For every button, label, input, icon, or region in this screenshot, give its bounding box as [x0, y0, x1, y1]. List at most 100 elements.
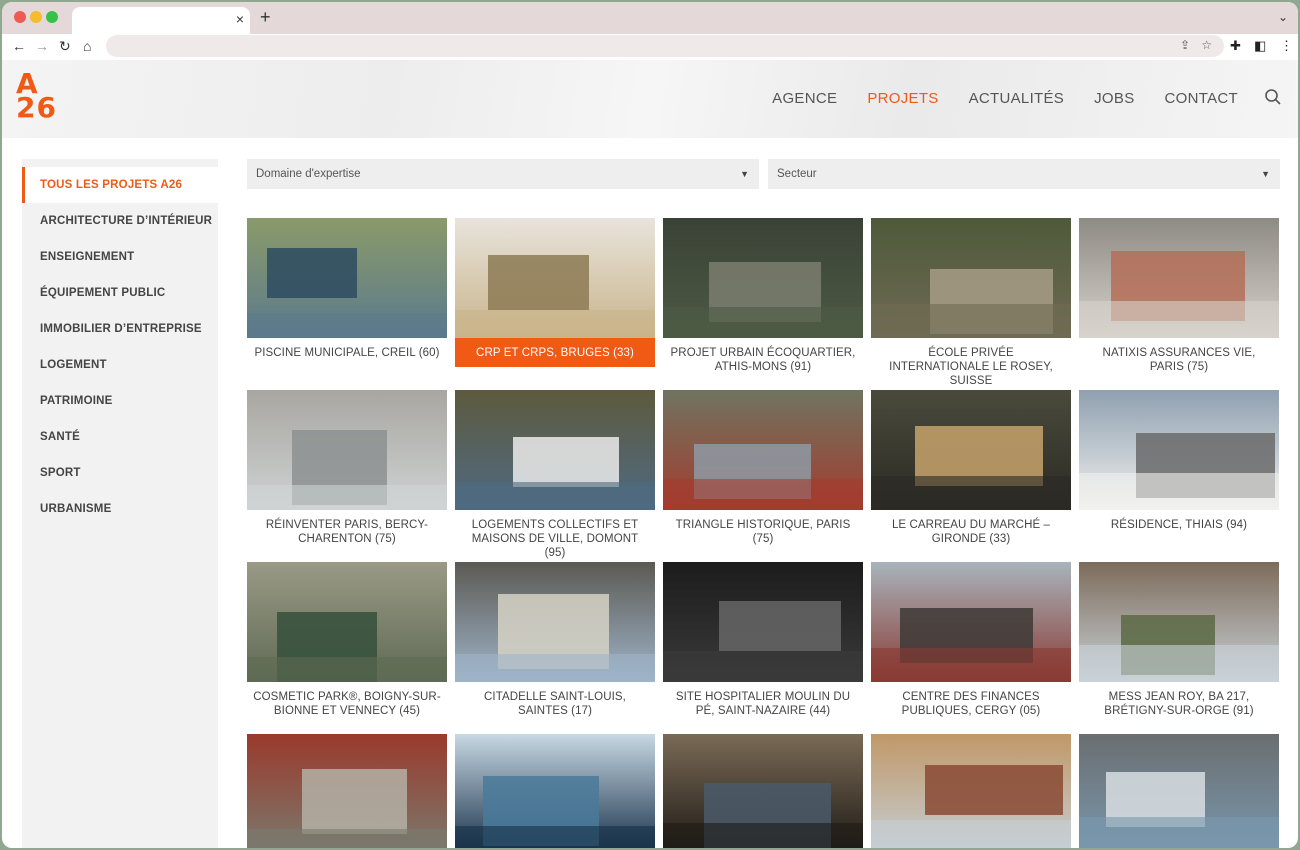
maximize-window-button[interactable]	[46, 11, 58, 23]
project-card[interactable]: NATIXIS ASSURANCES VIE, PARIS (75)	[1079, 218, 1279, 374]
project-caption[interactable]: RÉSIDENCE, THIAIS (94)	[1079, 510, 1279, 532]
forward-icon[interactable]: →	[35, 38, 49, 54]
project-caption[interactable]: ÉCOLE PRIVÉE INTERNATIONALE LE ROSEY, SU…	[871, 338, 1071, 388]
project-caption[interactable]: LOGEMENTS COLLECTIFS ET MAISONS DE VILLE…	[455, 510, 655, 560]
share-icon[interactable]: ⇪	[1180, 38, 1190, 52]
back-icon[interactable]: ←	[12, 38, 26, 54]
project-thumbnail[interactable]	[247, 734, 447, 848]
secteur-filter-label: Secteur	[777, 168, 817, 180]
site-header: A 26 AGENCE PROJETS ACTUALITÉS JOBS CONTACT	[2, 60, 1298, 138]
project-card[interactable]	[455, 734, 655, 848]
sidebar-item[interactable]: LOGEMENT	[22, 347, 218, 383]
menu-kebab-icon[interactable]: ⋮	[1280, 38, 1293, 54]
search-icon[interactable]	[1264, 88, 1282, 106]
tab-menu-icon[interactable]: ⌄	[1278, 10, 1288, 24]
project-thumbnail[interactable]	[455, 734, 655, 848]
project-card[interactable]: CRP ET CRPS, BRUGES (33)	[455, 218, 655, 367]
project-card[interactable]: TRIANGLE HISTORIQUE, PARIS (75)	[663, 390, 863, 546]
project-caption[interactable]: TRIANGLE HISTORIQUE, PARIS (75)	[663, 510, 863, 546]
main-nav: AGENCE PROJETS ACTUALITÉS JOBS CONTACT	[772, 90, 1238, 107]
expertise-filter-select[interactable]: Domaine d'expertise ▼	[247, 159, 759, 189]
project-thumbnail[interactable]	[871, 562, 1071, 682]
project-card[interactable]	[871, 734, 1071, 848]
project-thumbnail[interactable]	[247, 562, 447, 682]
address-bar[interactable]: ⇪ ☆	[106, 35, 1224, 57]
sidepanel-icon[interactable]: ◧	[1254, 38, 1266, 54]
project-card[interactable]	[1079, 734, 1279, 848]
project-caption[interactable]: COSMETIC PARK®, BOIGNY-SUR-BIONNE ET VEN…	[247, 682, 447, 718]
project-card[interactable]: PISCINE MUNICIPALE, CREIL (60)	[247, 218, 447, 360]
project-caption[interactable]: MESS JEAN ROY, BA 217, BRÉTIGNY-SUR-ORGE…	[1079, 682, 1279, 718]
project-caption[interactable]: CRP ET CRPS, BRUGES (33)	[455, 338, 655, 367]
project-card[interactable]	[247, 734, 447, 848]
project-thumbnail[interactable]	[455, 390, 655, 510]
project-thumbnail[interactable]	[1079, 734, 1279, 848]
secteur-filter-select[interactable]: Secteur ▼	[768, 159, 1280, 189]
project-caption[interactable]: NATIXIS ASSURANCES VIE, PARIS (75)	[1079, 338, 1279, 374]
project-card[interactable]: LOGEMENTS COLLECTIFS ET MAISONS DE VILLE…	[455, 390, 655, 560]
project-thumbnail[interactable]	[871, 734, 1071, 848]
home-icon[interactable]: ⌂	[83, 38, 91, 54]
project-card[interactable]: ÉCOLE PRIVÉE INTERNATIONALE LE ROSEY, SU…	[871, 218, 1071, 388]
sidebar-item[interactable]: TOUS LES PROJETS A26	[22, 167, 218, 203]
project-caption[interactable]: SITE HOSPITALIER MOULIN DU PÉ, SAINT-NAZ…	[663, 682, 863, 718]
project-caption[interactable]: CITADELLE SAINT-LOUIS, SAINTES (17)	[455, 682, 655, 718]
project-card[interactable]: CITADELLE SAINT-LOUIS, SAINTES (17)	[455, 562, 655, 718]
bookmark-star-icon[interactable]: ☆	[1201, 38, 1212, 52]
project-caption[interactable]: PISCINE MUNICIPALE, CREIL (60)	[247, 338, 447, 360]
project-thumbnail[interactable]	[663, 218, 863, 338]
project-card[interactable]: SITE HOSPITALIER MOULIN DU PÉ, SAINT-NAZ…	[663, 562, 863, 718]
project-card[interactable]	[663, 734, 863, 848]
project-thumbnail[interactable]	[1079, 390, 1279, 510]
browser-tab[interactable]: ×	[72, 7, 250, 34]
nav-item-contact[interactable]: CONTACT	[1165, 90, 1238, 107]
browser-toolbar: ← → ↻ ⌂ ⇪ ☆ ✚ ◧ ⋮	[2, 34, 1298, 60]
sidebar-item[interactable]: URBANISME	[22, 491, 218, 527]
sidebar-item[interactable]: ÉQUIPEMENT PUBLIC	[22, 275, 218, 311]
chevron-down-icon: ▼	[740, 169, 749, 179]
project-thumbnail[interactable]	[871, 218, 1071, 338]
project-card[interactable]: CENTRE DES FINANCES PUBLIQUES, CERGY (05…	[871, 562, 1071, 718]
extensions-icon[interactable]: ✚	[1230, 38, 1241, 54]
reload-icon[interactable]: ↻	[59, 38, 71, 55]
project-thumbnail[interactable]	[247, 218, 447, 338]
project-caption[interactable]: RÉINVENTER PARIS, BERCY-CHARENTON (75)	[247, 510, 447, 546]
minimize-window-button[interactable]	[30, 11, 42, 23]
project-thumbnail[interactable]	[455, 218, 655, 338]
sidebar-item[interactable]: PATRIMOINE	[22, 383, 218, 419]
expertise-filter-label: Domaine d'expertise	[256, 168, 361, 180]
project-thumbnail[interactable]	[663, 734, 863, 848]
sidebar-item[interactable]: ARCHITECTURE D’INTÉRIEUR	[22, 203, 218, 239]
chevron-down-icon: ▼	[1261, 169, 1270, 179]
close-window-button[interactable]	[14, 11, 26, 23]
project-thumbnail[interactable]	[455, 562, 655, 682]
nav-item-agence[interactable]: AGENCE	[772, 90, 837, 107]
nav-item-jobs[interactable]: JOBS	[1094, 90, 1134, 107]
sidebar-item[interactable]: IMMOBILIER D’ENTREPRISE	[22, 311, 218, 347]
project-card[interactable]: LE CARREAU DU MARCHÉ – GIRONDE (33)	[871, 390, 1071, 546]
project-thumbnail[interactable]	[247, 390, 447, 510]
nav-item-projets[interactable]: PROJETS	[867, 90, 938, 107]
logo-line2: 26	[16, 91, 57, 124]
project-card[interactable]: RÉSIDENCE, THIAIS (94)	[1079, 390, 1279, 532]
a26-logo[interactable]: A 26	[16, 70, 57, 124]
project-thumbnail[interactable]	[1079, 218, 1279, 338]
project-card[interactable]: PROJET URBAIN ÉCOQUARTIER, ATHIS-MONS (9…	[663, 218, 863, 374]
nav-item-actualits[interactable]: ACTUALITÉS	[969, 90, 1065, 107]
sidebar-item[interactable]: SANTÉ	[22, 419, 218, 455]
project-card[interactable]: MESS JEAN ROY, BA 217, BRÉTIGNY-SUR-ORGE…	[1079, 562, 1279, 718]
project-caption[interactable]: LE CARREAU DU MARCHÉ – GIRONDE (33)	[871, 510, 1071, 546]
project-card[interactable]: COSMETIC PARK®, BOIGNY-SUR-BIONNE ET VEN…	[247, 562, 447, 718]
close-tab-icon[interactable]: ×	[236, 11, 244, 27]
project-card[interactable]: RÉINVENTER PARIS, BERCY-CHARENTON (75)	[247, 390, 447, 546]
new-tab-icon[interactable]: +	[260, 7, 271, 28]
tab-strip: × + ⌄	[2, 2, 1298, 34]
project-thumbnail[interactable]	[663, 390, 863, 510]
project-thumbnail[interactable]	[871, 390, 1071, 510]
project-thumbnail[interactable]	[1079, 562, 1279, 682]
project-caption[interactable]: PROJET URBAIN ÉCOQUARTIER, ATHIS-MONS (9…	[663, 338, 863, 374]
project-caption[interactable]: CENTRE DES FINANCES PUBLIQUES, CERGY (05…	[871, 682, 1071, 718]
project-thumbnail[interactable]	[663, 562, 863, 682]
sidebar-item[interactable]: ENSEIGNEMENT	[22, 239, 218, 275]
sidebar-item[interactable]: SPORT	[22, 455, 218, 491]
